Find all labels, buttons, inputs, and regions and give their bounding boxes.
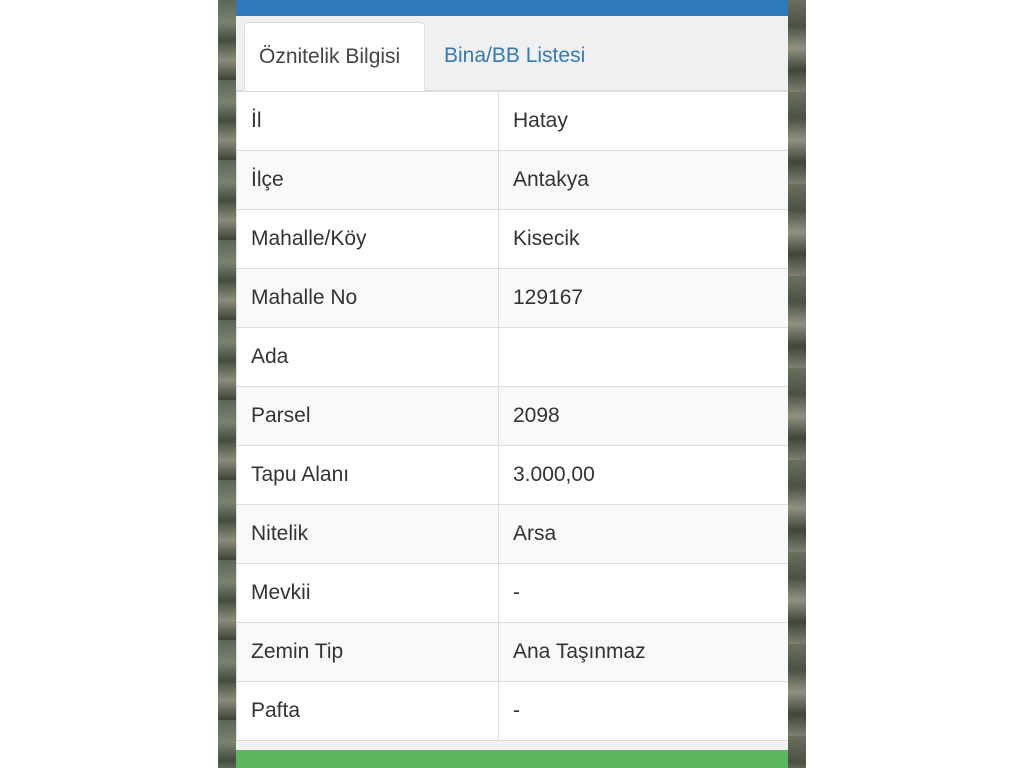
footer-action-bar[interactable] (236, 750, 788, 768)
table-row: Tapu Alanı 3.000,00 (236, 445, 788, 505)
attribute-value: 3.000,00 (498, 445, 788, 505)
tab-building-list[interactable]: Bina/BB Listesi (430, 22, 599, 90)
attribute-key: İl (236, 91, 499, 151)
table-row: İl Hatay (236, 91, 788, 151)
attribute-value: 2098 (498, 386, 788, 446)
table-row: İlçe Antakya (236, 150, 788, 210)
table-row: Mahalle No 129167 (236, 268, 788, 328)
tab-attribute-info-label: Öznitelik Bilgisi (259, 44, 401, 68)
attribute-key: Zemin Tip (236, 622, 499, 682)
attribute-key: Tapu Alanı (236, 445, 499, 505)
attribute-value: Arsa (498, 504, 788, 564)
attribute-value: - (498, 681, 788, 741)
attribute-key: Parsel (236, 386, 499, 446)
map-texture-right (788, 0, 806, 768)
tab-attribute-info[interactable]: Öznitelik Bilgisi (244, 22, 425, 91)
table-row: Mevkii - (236, 563, 788, 623)
table-row: Nitelik Arsa (236, 504, 788, 564)
attribute-key: İlçe (236, 150, 499, 210)
screen: Öznitelik Bilgisi Bina/BB Listesi İl Hat… (0, 0, 1024, 768)
table-row: Pafta - (236, 681, 788, 741)
attribute-table: İl Hatay İlçe Antakya Mahalle/Köy Kiseci… (236, 91, 788, 741)
map-texture-left (218, 0, 238, 768)
attribute-value: 129167 (498, 268, 788, 328)
attribute-key: Mevkii (236, 563, 499, 623)
attribute-value: - (498, 563, 788, 623)
tab-building-list-label: Bina/BB Listesi (444, 44, 586, 67)
table-row: Mahalle/Köy Kisecik (236, 209, 788, 269)
attribute-value: Kisecik (498, 209, 788, 269)
attribute-value: Antakya (498, 150, 788, 210)
table-row: Ada (236, 327, 788, 387)
parcel-info-panel: Öznitelik Bilgisi Bina/BB Listesi İl Hat… (236, 0, 788, 768)
attribute-value (498, 327, 788, 387)
panel-header-bar (236, 0, 788, 16)
attribute-value: Ana Taşınmaz (498, 622, 788, 682)
attribute-key: Mahalle/Köy (236, 209, 499, 269)
attribute-key: Pafta (236, 681, 499, 741)
table-row: Parsel 2098 (236, 386, 788, 446)
attribute-key: Ada (236, 327, 499, 387)
tab-bar: Öznitelik Bilgisi Bina/BB Listesi (236, 16, 788, 91)
attribute-key: Mahalle No (236, 268, 499, 328)
table-row: Zemin Tip Ana Taşınmaz (236, 622, 788, 682)
attribute-key: Nitelik (236, 504, 499, 564)
attribute-value: Hatay (498, 91, 788, 151)
